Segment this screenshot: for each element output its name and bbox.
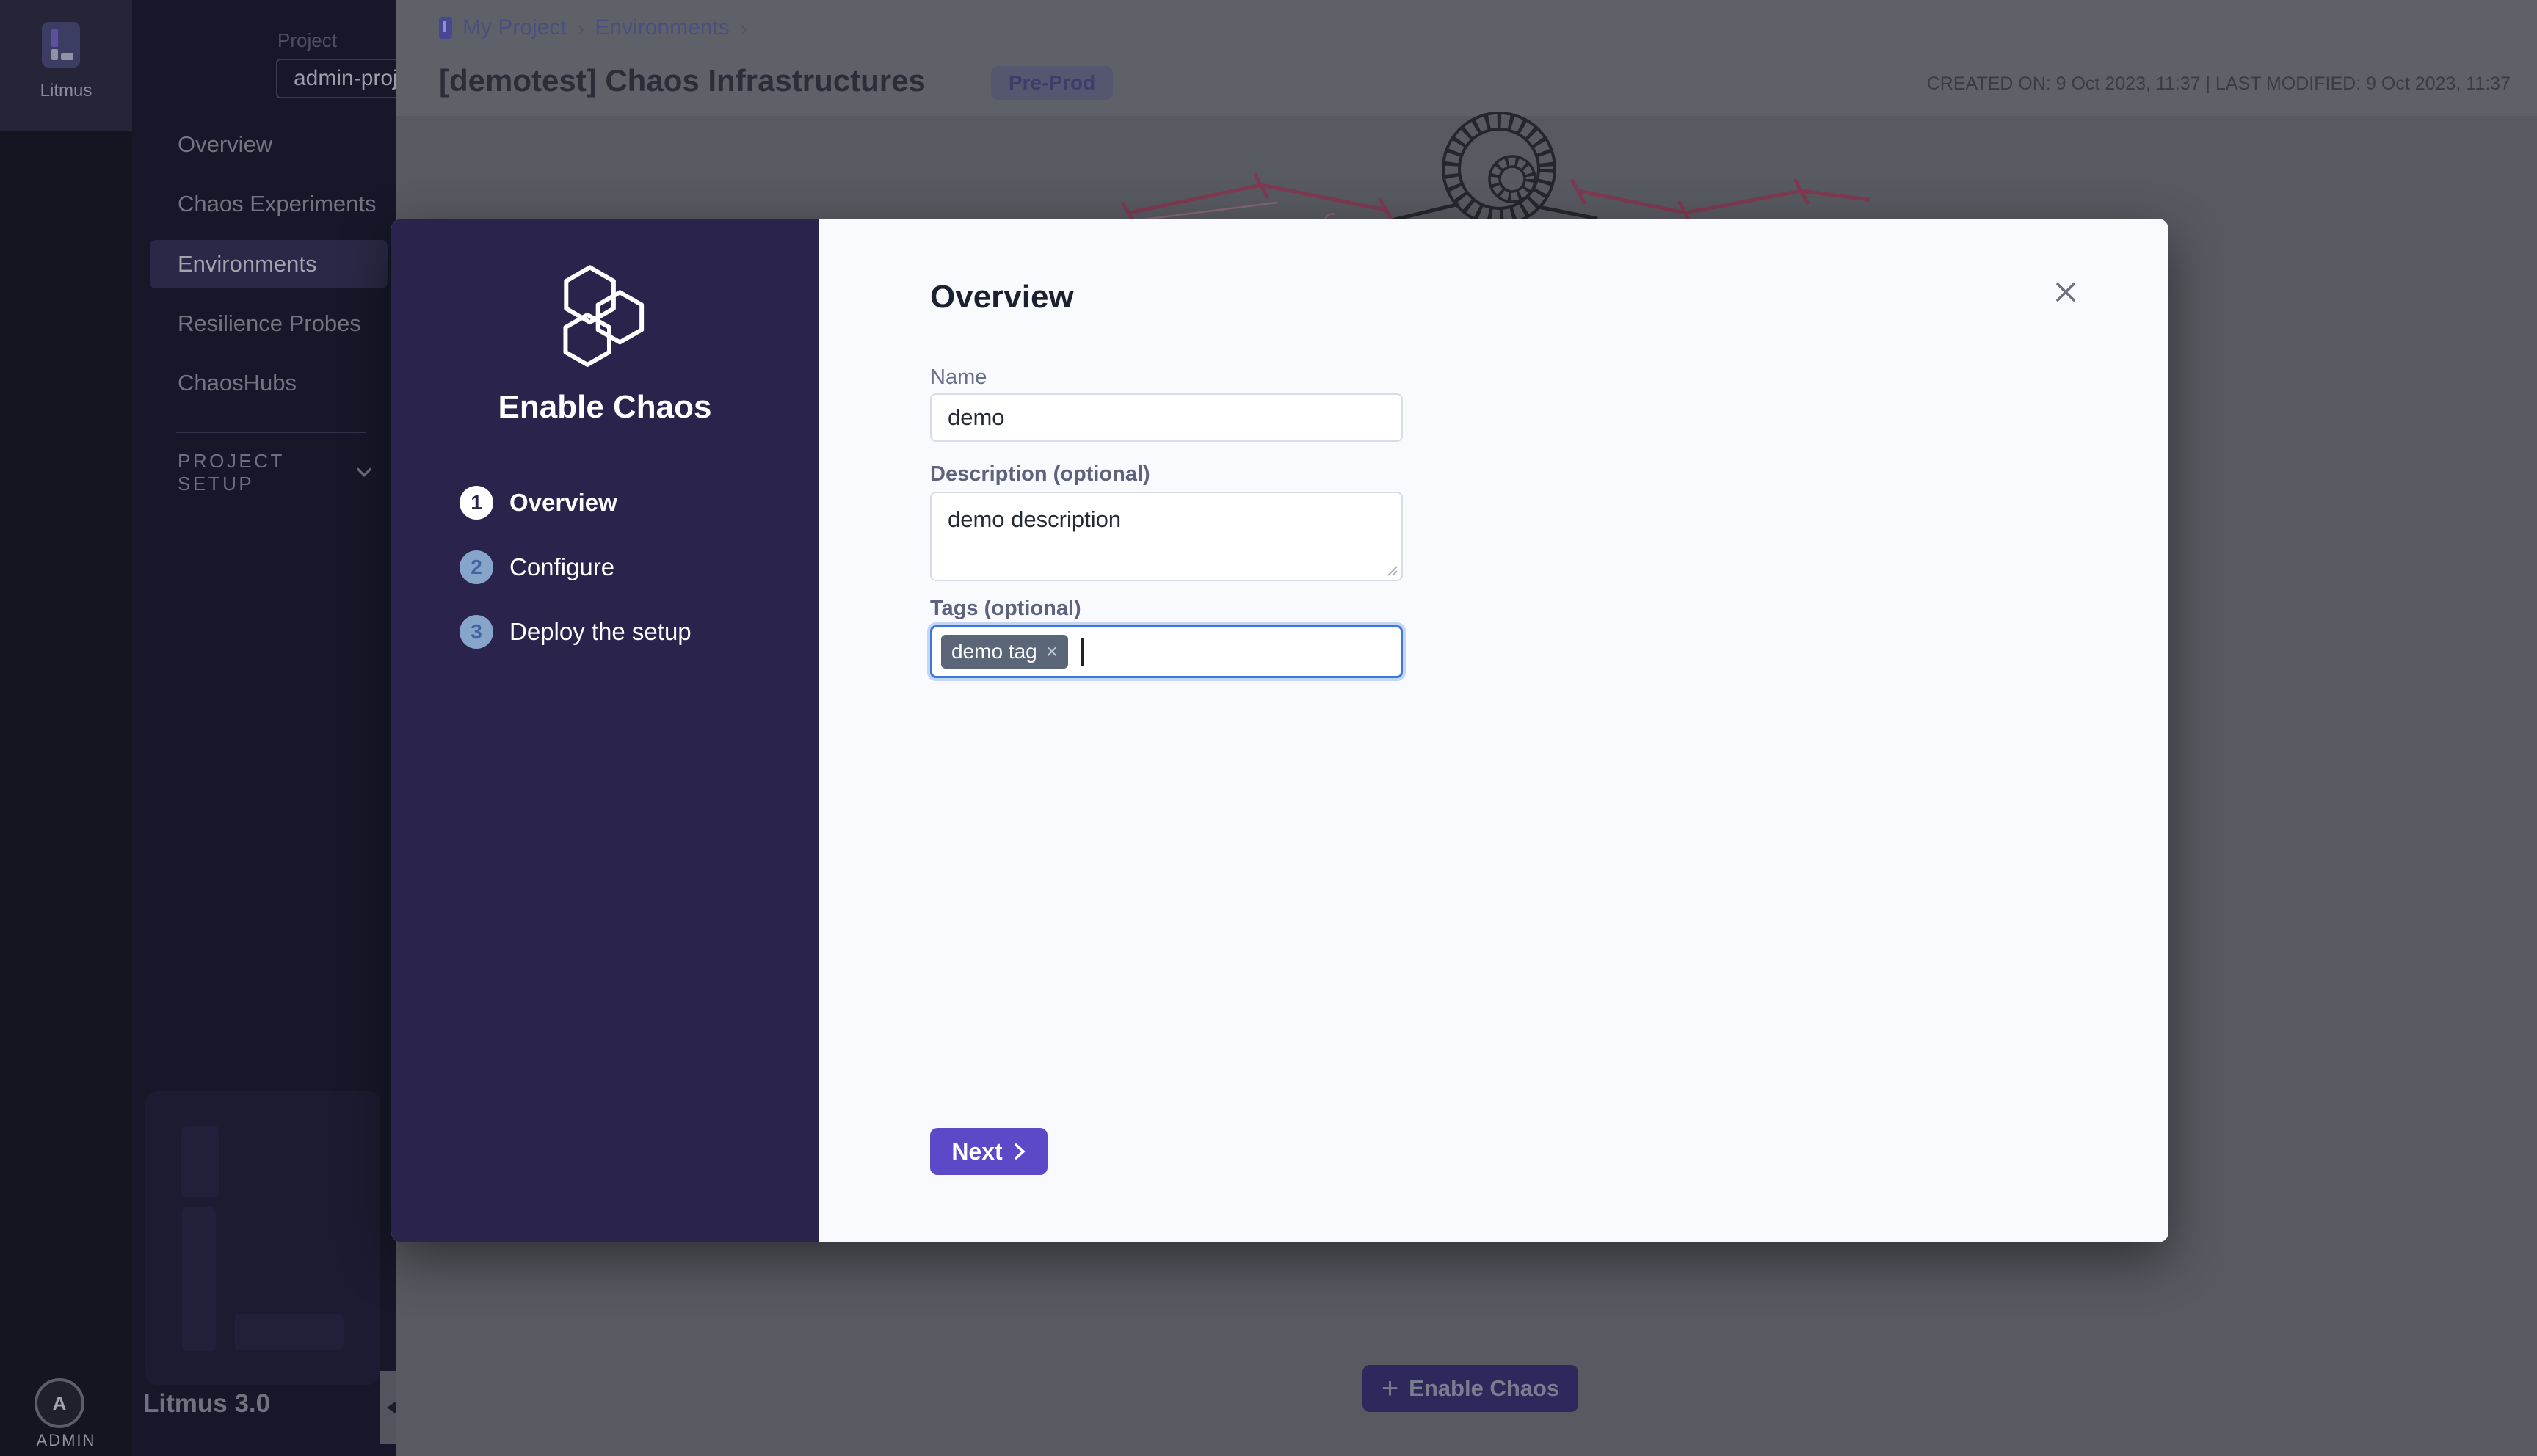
- next-button[interactable]: Next: [930, 1128, 1048, 1175]
- chaos-sketch-illustration: [1101, 110, 1872, 219]
- litmus-logo-glyph: [51, 29, 58, 47]
- enable-chaos-modal: Enable Chaos 1 Overview 2 Configure 3 De…: [391, 219, 2168, 1242]
- breadcrumb: My Project › Environments ›: [439, 13, 747, 43]
- wizard-step-overview[interactable]: 1 Overview: [460, 486, 692, 520]
- remove-tag-icon[interactable]: ×: [1046, 641, 1058, 662]
- breadcrumb-link-my-project[interactable]: My Project: [462, 15, 567, 40]
- sidebar-item-chaoshubs[interactable]: ChaosHubs: [138, 353, 391, 413]
- wizard-step-configure[interactable]: 2 Configure: [460, 550, 692, 584]
- resize-handle-icon[interactable]: [1384, 562, 1398, 577]
- sidebar-item-overview[interactable]: Overview: [138, 114, 391, 175]
- form-heading: Overview: [930, 279, 1074, 316]
- plus-icon: +: [1382, 1374, 1398, 1403]
- sidebar-item-resilience-probes[interactable]: Resilience Probes: [138, 294, 391, 354]
- admin-label: ADMIN: [0, 1431, 132, 1450]
- page-title: [demotest] Chaos Infrastructures: [439, 63, 926, 98]
- breadcrumb-logo-icon: [439, 17, 452, 39]
- text-cursor: [1081, 638, 1084, 666]
- enable-chaos-button[interactable]: + Enable Chaos: [1362, 1365, 1578, 1412]
- wizard-panel: Enable Chaos 1 Overview 2 Configure 3 De…: [391, 219, 819, 1242]
- wizard-steps: 1 Overview 2 Configure 3 Deploy the setu…: [460, 486, 692, 649]
- litmus-app: Litmus A ADMIN Project admin-project Ove…: [0, 0, 2537, 1456]
- sidebar-item-environments[interactable]: Environments: [150, 240, 388, 288]
- close-modal-button[interactable]: [2047, 273, 2085, 311]
- created-modified-meta: CREATED ON: 9 Oct 2023, 11:37 | LAST MOD…: [1927, 73, 2511, 95]
- litmus-logo[interactable]: [42, 22, 80, 68]
- breadcrumb-link-environments[interactable]: Environments: [595, 15, 729, 40]
- hexagons-logo-icon: [542, 260, 667, 377]
- name-label: Name: [930, 365, 987, 390]
- name-input[interactable]: [930, 393, 1403, 442]
- tags-input[interactable]: demo tag ×: [930, 625, 1403, 678]
- step-number: 3: [460, 615, 493, 649]
- tags-label: Tags (optional): [930, 597, 1081, 621]
- step-number: 2: [460, 550, 493, 584]
- sidebar-divider: [176, 432, 366, 433]
- breadcrumb-separator: ›: [577, 15, 585, 42]
- sidebar-item-chaos-experiments[interactable]: Chaos Experiments: [138, 174, 391, 234]
- wizard-step-deploy[interactable]: 3 Deploy the setup: [460, 615, 692, 649]
- tag-chip: demo tag ×: [941, 635, 1068, 669]
- chevron-left-icon: [387, 1401, 396, 1414]
- brand-label: Litmus: [0, 81, 132, 101]
- project-setup-label: PROJECT SETUP: [178, 450, 355, 495]
- step-number: 1: [460, 486, 493, 520]
- version-label: Litmus 3.0: [143, 1389, 270, 1419]
- description-textarea[interactable]: demo description: [930, 492, 1403, 581]
- chevron-down-icon: [355, 467, 373, 478]
- icon-rail: Litmus A ADMIN: [0, 0, 132, 1456]
- wizard-title: Enable Chaos: [391, 389, 819, 426]
- admin-avatar[interactable]: A: [35, 1378, 84, 1428]
- close-icon: [2052, 278, 2080, 306]
- breadcrumb-separator: ›: [740, 15, 748, 42]
- sidebar-illustration: [145, 1091, 380, 1385]
- description-label: Description (optional): [930, 462, 1150, 487]
- project-setup-toggle[interactable]: PROJECT SETUP: [178, 456, 373, 489]
- environment-type-badge: Pre-Prod: [991, 66, 1113, 100]
- chevron-right-icon: [1013, 1142, 1026, 1161]
- project-label: Project: [277, 29, 337, 52]
